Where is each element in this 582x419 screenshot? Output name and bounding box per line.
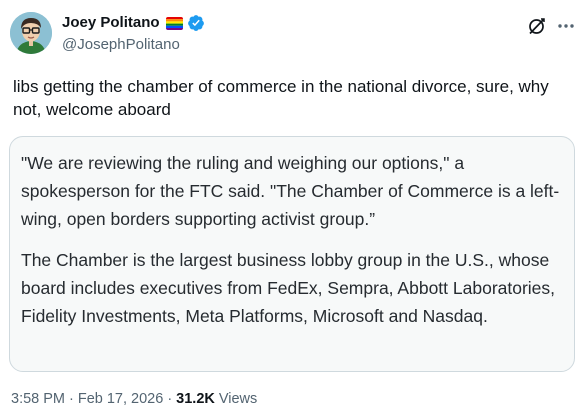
more-options-icon[interactable] [556,16,576,36]
quoted-paragraph-2: The Chamber is the largest business lobb… [21,250,556,326]
grok-icon[interactable] [527,16,547,36]
avatar[interactable] [10,12,52,54]
author-handle[interactable]: @JosephPolitano [62,35,180,55]
views-label: Views [218,391,258,407]
verified-badge-icon[interactable] [187,14,205,32]
author-display-name[interactable]: Joey Politano [62,13,160,33]
separator: · [69,391,74,407]
quoted-paragraph-1: "We are reviewing the ruling and weighin… [21,153,560,229]
rainbow-flag-icon [165,16,183,30]
tweet-time[interactable]: 3:58 PM [11,389,65,409]
tweet-meta: 3:58 PM · Feb 17, 2026 · 31.2K Views [11,389,257,409]
author-name-row: Joey Politano [62,13,205,33]
separator: · [167,391,173,407]
tweet-date[interactable]: Feb 17, 2026 [78,389,163,409]
quoted-text-card: "We are reviewing the ruling and weighin… [9,136,575,372]
views-count[interactable]: 31.2K [176,389,215,409]
quoted-text: "We are reviewing the ruling and weighin… [21,149,569,330]
tweet-text: libs getting the chamber of commerce in … [13,77,549,119]
